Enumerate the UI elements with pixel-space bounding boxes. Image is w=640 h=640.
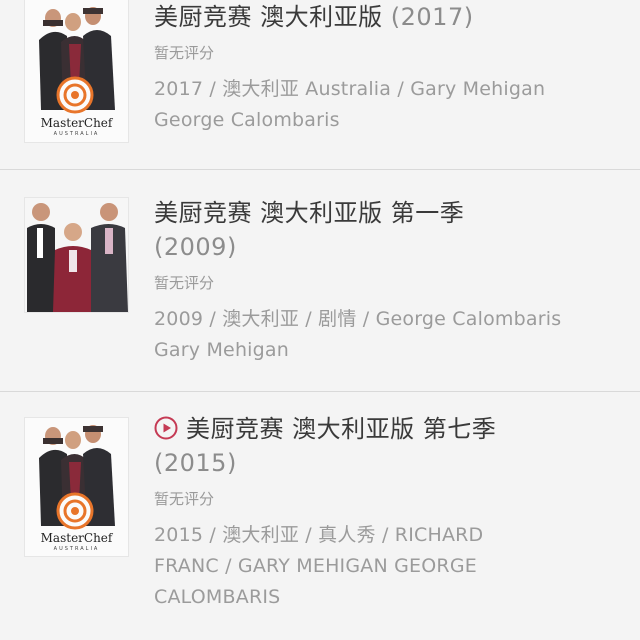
meta-line: George Calombaris [154, 109, 340, 131]
poster-image[interactable]: MasterChef AUSTRALIA [25, 0, 128, 142]
title-year: (2017) [390, 3, 474, 31]
list-item[interactable]: 美厨竞赛 澳大利亚版 第一季 (2009) 暂无评分 2009 / 澳大利亚 /… [0, 170, 640, 392]
masterchef-logo-text: MasterChef [40, 531, 113, 545]
meta-line: CALOMBARIS [154, 586, 281, 608]
list-item[interactable]: MasterChef AUSTRALIA 美厨竞赛 澳大利亚版 (2017) 暂… [0, 0, 640, 170]
meta-line: Gary Mehigan [154, 339, 290, 361]
poster-image[interactable]: MasterChef AUSTRALIA [25, 418, 128, 556]
title-text: 美厨竞赛 澳大利亚版 第七季 [186, 415, 497, 443]
masterchef-logo-subtext: AUSTRALIA [53, 131, 100, 137]
item-meta: 2009 / 澳大利亚 / 剧情 / George Calombaris Gar… [154, 304, 626, 366]
search-result-list: MasterChef AUSTRALIA 美厨竞赛 澳大利亚版 (2017) 暂… [0, 0, 640, 640]
title-text: 美厨竞赛 澳大利亚版 [154, 3, 383, 31]
meta-line: FRANC / GARY MEHIGAN GEORGE [154, 555, 477, 577]
item-info: 美厨竞赛 澳大利亚版 第一季 (2009) 暂无评分 2009 / 澳大利亚 /… [154, 196, 626, 366]
rating-text: 暂无评分 [154, 44, 215, 62]
title-text: 美厨竞赛 澳大利亚版 第一季 [154, 199, 465, 227]
poster-image[interactable] [25, 198, 128, 312]
item-title[interactable]: 美厨竞赛 澳大利亚版 (2017) [154, 0, 626, 34]
item-title[interactable]: 美厨竞赛 澳大利亚版 第一季 (2009) [154, 196, 626, 264]
masterchef-logo-subtext: AUSTRALIA [53, 546, 100, 552]
item-meta: 2015 / 澳大利亚 / 真人秀 / RICHARD FRANC / GARY… [154, 520, 626, 613]
rating-text: 暂无评分 [154, 490, 215, 508]
masterchef-logo-text: MasterChef [40, 116, 113, 130]
title-year: (2009) [154, 233, 237, 261]
title-year: (2015) [154, 449, 237, 477]
item-title[interactable]: 美厨竞赛 澳大利亚版 第七季 (2015) [154, 412, 626, 480]
list-item[interactable]: MasterChef AUSTRALIA 美厨竞赛 澳大利亚版 第七季 (201… [0, 392, 640, 640]
play-icon[interactable] [154, 416, 178, 440]
item-meta: 2017 / 澳大利亚 Australia / Gary Mehigan Geo… [154, 74, 626, 136]
meta-line: 2017 / 澳大利亚 Australia / Gary Mehigan [154, 78, 546, 100]
item-info: 美厨竞赛 澳大利亚版 第七季 (2015) 暂无评分 2015 / 澳大利亚 /… [154, 412, 626, 613]
meta-line: 2015 / 澳大利亚 / 真人秀 / RICHARD [154, 524, 484, 546]
item-info: 美厨竞赛 澳大利亚版 (2017) 暂无评分 2017 / 澳大利亚 Austr… [154, 0, 626, 136]
meta-line: 2009 / 澳大利亚 / 剧情 / George Calombaris [154, 308, 562, 330]
rating-text: 暂无评分 [154, 274, 215, 292]
